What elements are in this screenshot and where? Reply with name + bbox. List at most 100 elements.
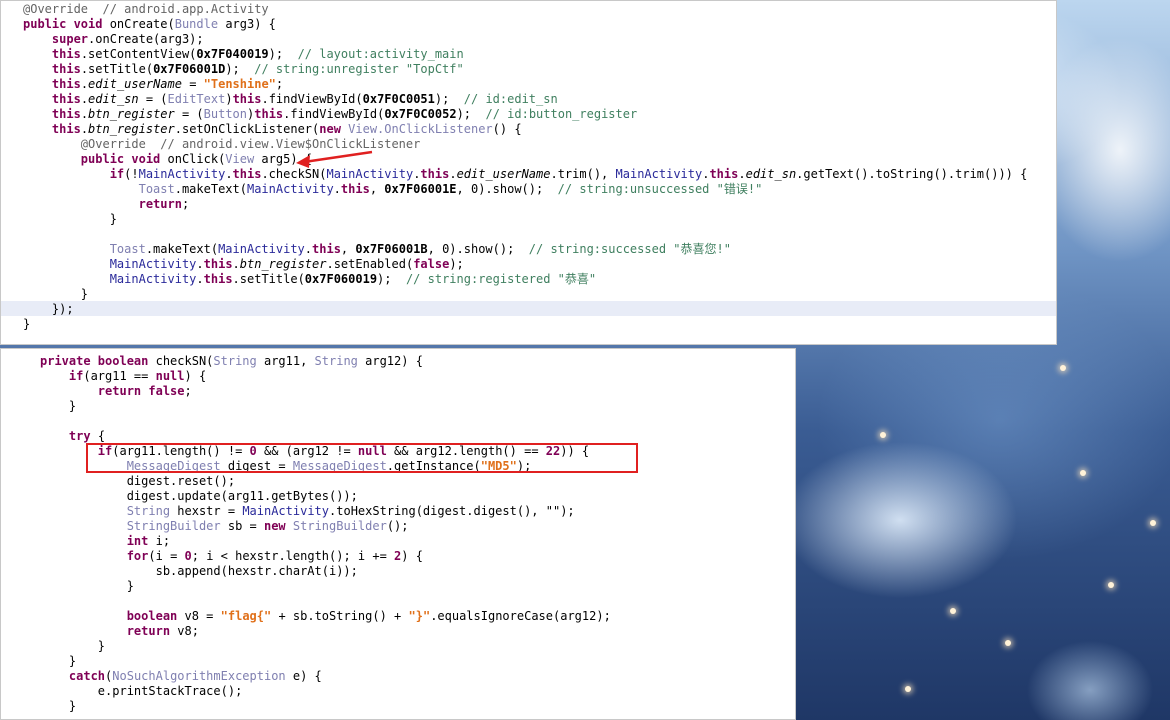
- code-line: MainActivity.this.btn_register.setEnable…: [1, 257, 1056, 272]
- code-token: .setContentView(: [80, 47, 197, 61]
- code-token: boolean: [126, 609, 178, 623]
- wallpaper-sparkle: [1150, 520, 1156, 526]
- code-token: = (: [174, 107, 204, 121]
- code-line: });: [1, 302, 1056, 317]
- code-line: catch(NoSuchAlgorithmException e) {: [1, 669, 795, 684]
- code-token: .setTitle(: [80, 62, 154, 76]
- code-token: 0x7F040019: [196, 47, 269, 61]
- code-token: );: [449, 257, 464, 271]
- code-token: catch: [68, 669, 106, 683]
- code-token: private boolean: [40, 354, 156, 368]
- code-token: );: [456, 107, 486, 121]
- code-token: i;: [148, 534, 171, 548]
- code-line: this.edit_userName = "Tenshine";: [1, 77, 1056, 92]
- code-line: this.btn_register.setOnClickListener(new…: [1, 122, 1056, 137]
- code-token: hexstr =: [170, 504, 243, 518]
- code-token: View.OnClickListener: [348, 122, 493, 136]
- code-token: MainActivity: [246, 182, 334, 196]
- code-token: digest.update(arg11.getBytes());: [40, 489, 358, 503]
- code-line: for(i = 0; i < hexstr.length(); i += 2) …: [1, 549, 795, 564]
- code-token: + sb.toString() +: [271, 609, 409, 623]
- code-token: .: [80, 77, 89, 91]
- code-token: return: [126, 624, 171, 638]
- code-token: for: [126, 549, 149, 563]
- code-token: try: [68, 429, 91, 443]
- code-line: }: [1, 699, 795, 714]
- code-token: Toast: [138, 182, 175, 196]
- code-line: if(arg11 == null) {: [1, 369, 795, 384]
- code-token: MainActivity: [138, 167, 226, 181]
- code-token: .: [196, 257, 204, 271]
- code-token: onCreate(: [109, 17, 175, 31]
- code-token: // string:unregister "TopCtf": [254, 62, 464, 76]
- code-token: ,: [369, 182, 385, 196]
- code-token: .equalsIgnoreCase(arg12);: [430, 609, 611, 623]
- code-token: v8 =: [177, 609, 221, 623]
- code-line: @Override // android.app.Activity: [1, 2, 1056, 17]
- code-token: ();: [386, 519, 409, 533]
- code-token: 0x7F0C0051: [362, 92, 435, 106]
- code-token: this: [420, 167, 450, 181]
- code-token: if: [109, 167, 125, 181]
- code-token: ) {: [401, 549, 423, 563]
- code-token: }: [40, 579, 134, 593]
- code-token: digest.reset();: [40, 474, 236, 488]
- code-token: edit_userName: [88, 77, 182, 91]
- code-token: MainActivity: [109, 272, 197, 286]
- code-token: @Override // android.app.Activity: [23, 2, 269, 16]
- code-token: .setTitle(: [232, 272, 305, 286]
- code-token: arg3) {: [218, 17, 276, 31]
- code-token: null: [155, 369, 185, 383]
- decompiled-oncreate-window[interactable]: @Override // android.app.Activity public …: [0, 0, 1057, 345]
- code-token: e.printStackTrace();: [40, 684, 243, 698]
- code-token: this: [51, 47, 81, 61]
- code-token: arg12) {: [357, 354, 423, 368]
- code-token: checkSN(: [155, 354, 214, 368]
- code-token: () {: [492, 122, 522, 136]
- code-token: "Tenshine": [203, 77, 276, 91]
- wallpaper-sparkle: [1080, 470, 1086, 476]
- code-token: "}": [408, 609, 431, 623]
- code-token: (arg11 ==: [83, 369, 156, 383]
- code-line: int i;: [1, 534, 795, 549]
- code-token: (i =: [148, 549, 185, 563]
- code-token: Bundle: [174, 17, 219, 31]
- code-token: .makeText(: [174, 182, 247, 196]
- wallpaper-sparkle: [905, 686, 911, 692]
- code-token: sb =: [220, 519, 264, 533]
- code-token: this: [312, 242, 341, 256]
- code-token: 0x7F06001D: [153, 62, 226, 76]
- wallpaper-sparkle: [1005, 640, 1011, 646]
- code-token: 0x7F060019: [304, 272, 378, 286]
- code-token: return: [138, 197, 182, 211]
- decompiled-checksn-window[interactable]: private boolean checkSN(String arg11, St…: [0, 348, 796, 720]
- code-token: btn_register: [88, 122, 175, 136]
- code-token: onClick(: [167, 152, 226, 166]
- code-token: ; i < hexstr.length(); i +=: [191, 549, 395, 563]
- code-token: .trim(),: [550, 167, 616, 181]
- code-line: }: [1, 287, 1056, 302]
- code-token: );: [377, 272, 406, 286]
- code-token: "flag{": [220, 609, 272, 623]
- code-token: .: [225, 167, 233, 181]
- code-token: btn_register: [88, 107, 175, 121]
- code-token: , 0).show();: [427, 242, 529, 256]
- code-line: private boolean checkSN(String arg11, St…: [1, 354, 795, 369]
- wallpaper-sparkle: [880, 432, 886, 438]
- code-token: // id:edit_sn: [463, 92, 558, 106]
- code-token: int: [126, 534, 149, 548]
- code-line: public void onClick(View arg5) {: [1, 152, 1056, 167]
